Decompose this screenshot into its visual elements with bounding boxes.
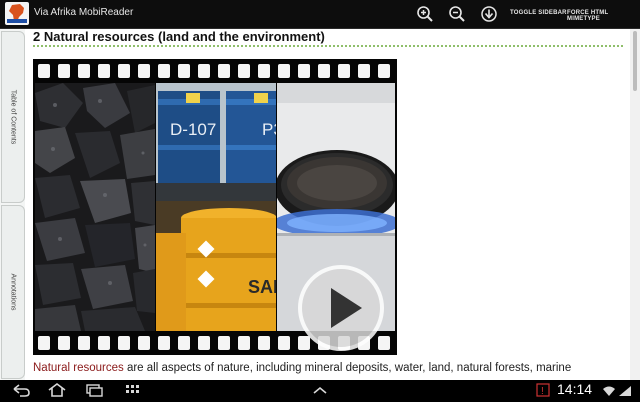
- clock: 14:14: [557, 381, 593, 397]
- force-html-mimetype-button[interactable]: FORCE HTML MIMETYPE: [567, 10, 640, 22]
- download-icon[interactable]: [480, 5, 498, 23]
- sidebar: Table of Contents Annotations: [0, 29, 25, 380]
- section-heading: 2 Natural resources (land and the enviro…: [33, 29, 325, 44]
- heading-divider: [33, 45, 623, 47]
- zoom-in-icon[interactable]: [416, 5, 434, 23]
- toggle-sidebar-button[interactable]: TOGGLE SIDEBAR: [510, 10, 567, 16]
- notification-icon[interactable]: !: [536, 383, 550, 397]
- wifi-icon: [602, 384, 616, 396]
- tab-annotations[interactable]: Annotations: [1, 205, 25, 379]
- key-term[interactable]: Natural resources: [33, 362, 124, 374]
- home-icon[interactable]: [46, 383, 68, 397]
- reading-pane[interactable]: 2 Natural resources (land and the enviro…: [25, 29, 630, 380]
- tab-annotations-label: Annotations: [9, 273, 17, 311]
- barrel-label-1: D-107: [170, 120, 216, 139]
- drum-text: SAL: [248, 277, 276, 297]
- tab-table-of-contents[interactable]: Table of Contents: [1, 31, 25, 203]
- notification-mark: !: [541, 386, 544, 397]
- recent-apps-icon[interactable]: [83, 383, 105, 397]
- zoom-out-icon[interactable]: [448, 5, 466, 23]
- play-button[interactable]: [296, 263, 386, 353]
- scrollbar[interactable]: [630, 29, 640, 380]
- paragraph-text: are all aspects of nature, including min…: [123, 362, 572, 374]
- back-icon[interactable]: [10, 383, 32, 397]
- chevron-up-icon[interactable]: [309, 383, 331, 397]
- body-paragraph: Natural resources are all aspects of nat…: [33, 362, 623, 374]
- signal-icon: [618, 384, 634, 396]
- action-bar: Via Afrika MobiReader TOGGLE SIDEBAR FOR…: [0, 0, 640, 29]
- barrels-image: D-107 P3 SAL: [156, 83, 276, 331]
- coal-image: [35, 83, 155, 331]
- tab-table-of-contents-label: Table of Contents: [9, 89, 17, 145]
- film-strip-top: [33, 59, 397, 83]
- system-bar: ! 14:14: [0, 380, 640, 400]
- app-title: Via Afrika MobiReader: [34, 7, 134, 18]
- video-player[interactable]: D-107 P3 SAL: [33, 59, 397, 355]
- scrollbar-thumb[interactable]: [633, 31, 637, 91]
- menu-grid-icon[interactable]: [121, 383, 143, 397]
- barrel-label-2: P3: [262, 120, 276, 139]
- app-logo-icon: [5, 2, 29, 25]
